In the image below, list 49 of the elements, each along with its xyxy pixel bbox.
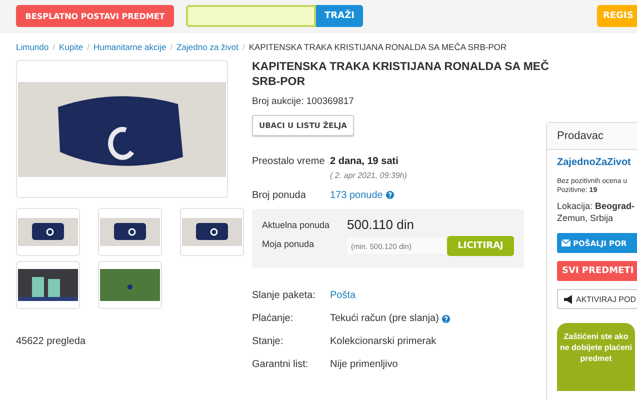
armband-photo[interactable] xyxy=(16,60,228,198)
location-text: Zemun, Srbija xyxy=(557,213,614,223)
field-label: Moja ponuda xyxy=(262,239,316,249)
field-label: Broj ponuda xyxy=(252,190,307,201)
item-title: KAPITENSKA TRAKA KRISTIJANA RONALDA SA MEČ SRB-POR xyxy=(252,60,549,90)
field-label: Garantni list: xyxy=(252,359,310,370)
bid-button[interactable]: LICITIRAJ xyxy=(447,236,514,256)
breadcrumb-separator: / xyxy=(52,42,55,52)
breadcrumb-current: KAPITENSKA TRAKA KRISTIJANA RONALDA SA MEČA SRB-POR xyxy=(248,42,507,52)
breadcrumb-separator: / xyxy=(87,42,90,52)
field-label: Stanje: xyxy=(252,336,284,347)
all-items-button[interactable]: SVI PREDMETI xyxy=(557,261,637,281)
post-item-button[interactable]: BESPLATNO POSTAVI PREDMET xyxy=(16,5,174,27)
search-button[interactable]: TRAŽI xyxy=(316,5,363,27)
protection-badge: Zaštićeni ste ako ne dobijete plaćeni predmet xyxy=(557,323,635,391)
thumbnail-photo[interactable] xyxy=(16,208,80,256)
envelope-icon xyxy=(561,239,571,247)
view-count: 45622 pregleda xyxy=(16,336,87,347)
thumbnail-photo[interactable] xyxy=(180,208,244,256)
breadcrumb-link[interactable]: Limundo xyxy=(16,42,49,52)
current-bid: 500.110 din xyxy=(347,217,414,232)
field-value: Tekući račun (pre slanja) xyxy=(330,313,439,324)
promote-button[interactable]: AKTIVIRAJ POD xyxy=(557,289,637,309)
bids-link[interactable]: 173 ponude xyxy=(330,190,383,201)
thumbnail-photo[interactable] xyxy=(98,208,162,256)
shipping-link[interactable]: Pošta xyxy=(330,290,356,301)
thumbnail-photo[interactable] xyxy=(98,261,162,309)
auction-number: Broj aukcije: 100369817 xyxy=(252,96,355,107)
seller-link[interactable]: ZajednoZaZivot xyxy=(557,157,631,168)
location-text: Lokacija: Beograd- xyxy=(557,201,635,211)
field-label: Plaćanje: xyxy=(252,313,294,324)
field-label: Preostalo vreme xyxy=(252,156,326,167)
breadcrumb-separator: / xyxy=(170,42,173,52)
field-label: Aktuelna ponuda xyxy=(262,220,331,230)
help-icon[interactable] xyxy=(386,191,394,199)
breadcrumb-link[interactable]: Zajedno za život xyxy=(176,42,239,52)
field-label: Slanje paketa: xyxy=(252,290,316,301)
search-field[interactable] xyxy=(186,5,316,27)
breadcrumb-link[interactable]: Humanitarne akcije xyxy=(93,42,166,52)
end-date: ( 2. apr 2021, 09:39h) xyxy=(330,171,407,180)
field-value: Kolekcionarski primerak xyxy=(330,336,436,347)
breadcrumb-separator: / xyxy=(242,42,245,52)
thumbnail-photo[interactable] xyxy=(16,261,80,309)
breadcrumb-link[interactable]: Kupite xyxy=(58,42,84,52)
megaphone-icon xyxy=(563,294,573,304)
panel-heading: Prodavac xyxy=(547,123,637,150)
help-icon[interactable] xyxy=(442,315,450,323)
field-value: Nije primenljivo xyxy=(330,359,398,370)
time-remaining: 2 dana, 19 sati xyxy=(330,156,400,167)
